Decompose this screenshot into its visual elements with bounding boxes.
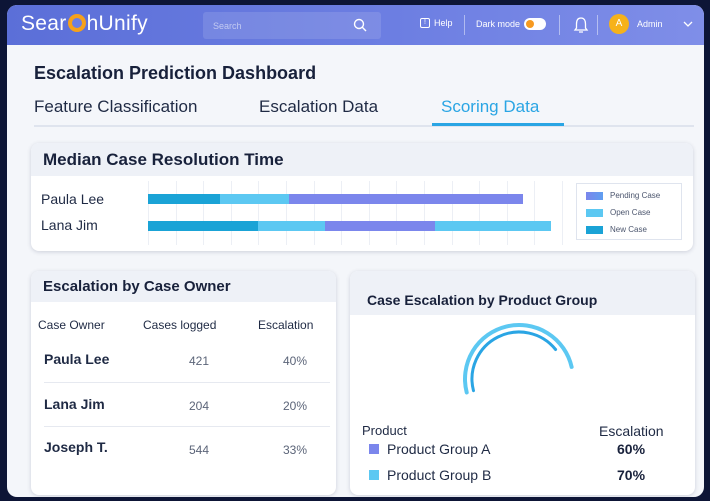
gridline [258, 181, 260, 245]
legend-item: New Case [586, 225, 647, 234]
search-input[interactable] [213, 17, 343, 34]
legend-swatch [586, 191, 603, 200]
search-icon[interactable] [353, 18, 367, 32]
card-title: Case Escalation by Product Group [367, 292, 598, 308]
card-header: Escalation by Case Owner [31, 271, 336, 302]
table-cell-escalation: 40% [282, 354, 308, 368]
table-cell-owner: Lana Jim [44, 396, 105, 412]
gridline [396, 181, 398, 245]
gridline [479, 181, 481, 245]
product-radial-gauge [463, 322, 574, 395]
card-header: Case Escalation by Product Group [350, 271, 695, 315]
product-escalation-value: 70% [617, 467, 646, 483]
bar-segment[interactable] [148, 194, 220, 204]
gridline [368, 181, 370, 245]
gridline [562, 181, 563, 245]
divider [597, 15, 598, 35]
bar-label: Lana Jim [41, 217, 98, 233]
user-name: Admin [637, 19, 663, 29]
card-header: Median Case Resolution Time [31, 143, 693, 176]
chevron-down-icon[interactable] [683, 20, 693, 28]
bar-segment[interactable] [219, 194, 289, 204]
chart-legend: Pending Case Open Case New Case [576, 183, 682, 240]
gauge-arc [463, 322, 574, 395]
legend-swatch [586, 208, 603, 217]
table-cell-escalation: 20% [282, 399, 308, 413]
gridline [451, 181, 453, 245]
row-divider [44, 382, 330, 383]
table-cell-owner: Paula Lee [44, 351, 110, 367]
table-cell-owner: Joseph T. [44, 439, 108, 455]
dark-mode-control: Dark mode [476, 18, 547, 30]
tab-scoring-data[interactable]: Scoring Data [441, 97, 539, 117]
magnifier-logo-icon [67, 14, 86, 32]
logo-text-suffix: hUnify [86, 12, 148, 35]
legend-item: Pending Case [586, 191, 660, 200]
app-window: Sear hUnify ! Help Dark mode A Admin [7, 5, 704, 497]
legend-swatch [369, 470, 379, 480]
gauge-arc [470, 330, 558, 393]
help-icon: ! [420, 18, 430, 28]
column-header-cases: Cases logged [143, 318, 217, 332]
divider [464, 15, 465, 35]
card-title: Escalation by Case Owner [43, 278, 231, 295]
tab-feature-classification[interactable]: Feature Classification [34, 97, 197, 117]
bar-segment[interactable] [258, 221, 325, 231]
legend-label: New Case [610, 225, 647, 234]
help-label: Help [434, 18, 453, 28]
logo-text-prefix: Sear [21, 12, 67, 35]
column-header-product: Product [362, 423, 407, 438]
card-title: Median Case Resolution Time [43, 150, 284, 169]
notification-bell-icon[interactable] [573, 16, 589, 34]
top-navigation-bar: Sear hUnify ! Help Dark mode A Admin [7, 5, 704, 45]
product-escalation-value: 60% [617, 441, 646, 457]
row-divider [44, 426, 330, 427]
table-cell-cases: 204 [188, 399, 210, 413]
gridline [148, 181, 149, 245]
column-header-escalation: Escalation [599, 423, 664, 439]
tab-bar: Feature Classification Escalation Data S… [34, 97, 694, 127]
table-cell-escalation: 33% [282, 443, 308, 457]
gridline [506, 181, 508, 245]
tab-escalation-data[interactable]: Escalation Data [259, 97, 378, 117]
bar-label: Paula Lee [41, 191, 105, 207]
dark-mode-toggle[interactable] [524, 18, 547, 30]
legend-label: Pending Case [610, 191, 661, 200]
gridline [313, 181, 315, 245]
gridline [286, 181, 287, 245]
column-header-owner: Case Owner [38, 318, 105, 332]
bar-segment[interactable] [288, 194, 524, 204]
searchunify-logo[interactable]: Sear hUnify [21, 12, 148, 36]
dark-mode-label: Dark mode [476, 19, 521, 29]
user-menu[interactable]: A Admin [609, 14, 663, 34]
gridline [175, 181, 177, 245]
page-title: Escalation Prediction Dashboard [34, 63, 317, 83]
list-item: Product Group A [369, 441, 491, 457]
search-box[interactable] [203, 12, 381, 39]
active-tab-indicator [432, 123, 564, 126]
gridline [341, 181, 343, 245]
bar-segment[interactable] [435, 221, 551, 231]
divider [559, 15, 560, 35]
gridline [203, 181, 205, 245]
gridline [230, 181, 232, 245]
gridline [424, 181, 425, 245]
table-cell-cases: 421 [188, 354, 210, 368]
bar-segment[interactable] [324, 221, 436, 231]
list-item: Product Group B [369, 467, 491, 483]
bar-segment[interactable] [148, 221, 259, 231]
product-name: Product Group B [387, 467, 492, 483]
product-name: Product Group A [387, 441, 491, 457]
table-cell-cases: 544 [188, 443, 210, 457]
avatar: A [609, 14, 629, 34]
column-header-escalation: Escalation [258, 318, 314, 332]
legend-label: Open Case [610, 208, 651, 217]
legend-item: Open Case [586, 208, 650, 217]
legend-swatch [369, 444, 379, 454]
gridline [534, 181, 536, 245]
escalation-by-owner-card: Escalation by Case Owner [31, 271, 336, 495]
help-link[interactable]: ! Help [420, 18, 453, 28]
legend-swatch [586, 225, 603, 234]
